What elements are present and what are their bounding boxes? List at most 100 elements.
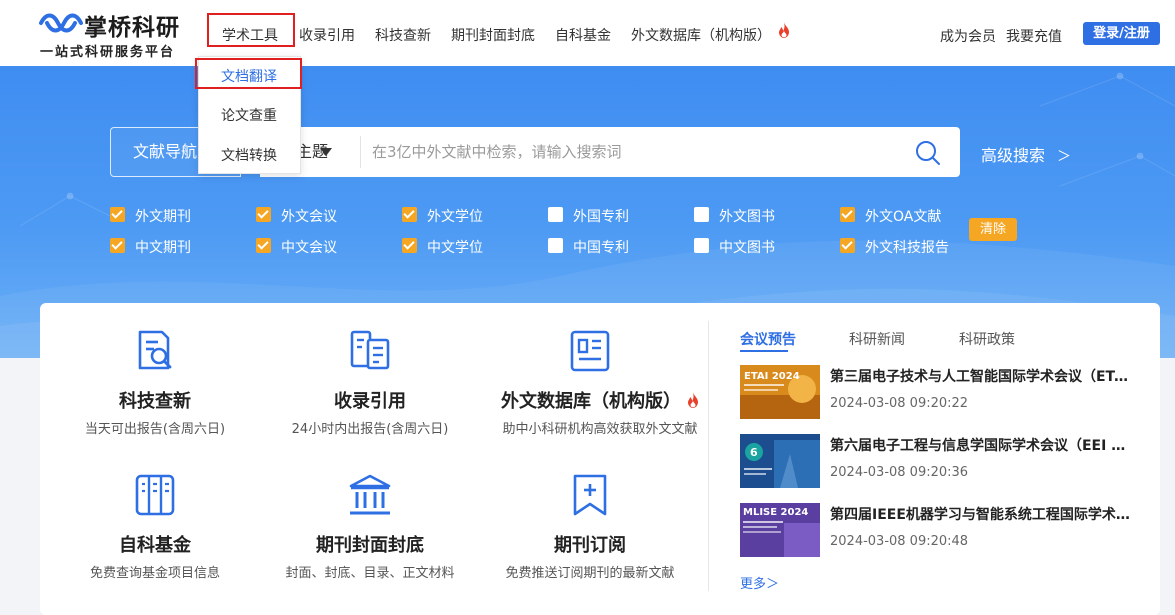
service-desc: 助中小科研机构高效获取外文文献 (502, 422, 698, 437)
checkbox[interactable] (694, 238, 709, 253)
news-item[interactable]: MLISE 2024 第四届IEEE机器学习与智能系统工程国际学术会议 2024… (740, 503, 1140, 557)
service-title: 外文数据库（机构版） (501, 391, 681, 412)
clear-filters-button[interactable]: 清除 (969, 218, 1017, 241)
checkbox[interactable] (256, 238, 271, 253)
become-member-link[interactable]: 成为会员 (940, 26, 996, 46)
checkbox[interactable] (402, 238, 417, 253)
checkbox[interactable] (402, 207, 417, 222)
advanced-search-link[interactable]: 高级搜索 ＞ (981, 142, 1071, 166)
services-card: 科技查新 当天可出报告(含周六日) 收录引用 24小时内出报告(含周六日) 外文… (40, 303, 1160, 615)
menu-item-doc-translate[interactable]: 文档翻译 (221, 66, 277, 86)
service-title: 期刊订阅 (554, 535, 626, 556)
news-item[interactable]: ETAI 2024 第三届电子技术与人工智能国际学术会议（ETAI 2024） … (740, 365, 1140, 419)
service-title: 科技查新 (119, 391, 191, 412)
service-journal-subscribe[interactable]: 期刊订阅 免费推送订阅期刊的最新文献 (475, 472, 705, 592)
logo-name: 掌桥科研 (84, 14, 180, 41)
tab-research-news[interactable]: 科研新闻 (849, 329, 905, 349)
filter-label: 外文OA文献 (865, 209, 942, 225)
checkbox[interactable] (548, 238, 563, 253)
service-citation[interactable]: 收录引用 24小时内出报告(含周六日) (255, 328, 485, 448)
filter-label: 外文会议 (281, 209, 337, 225)
news-title: 第三届电子技术与人工智能国际学术会议（ETAI 2024） (830, 369, 1130, 385)
recharge-link[interactable]: 我要充值 (1006, 26, 1062, 46)
news-time: 2024-03-08 09:20:22 (830, 396, 969, 411)
service-journal-cover[interactable]: 期刊封面封底 封面、封底、目录、正文材料 (255, 472, 485, 592)
nav-citation[interactable]: 收录引用 (299, 25, 355, 45)
checkbox[interactable] (694, 207, 709, 222)
news-time: 2024-03-08 09:20:48 (830, 534, 969, 549)
service-desc: 24小时内出报告(含周六日) (291, 422, 449, 437)
service-novelty-search[interactable]: 科技查新 当天可出报告(含周六日) (40, 328, 270, 448)
news-title: 第四届IEEE机器学习与智能系统工程国际学术会议 (830, 507, 1130, 523)
building-columns-icon (349, 474, 391, 515)
checkbox[interactable] (110, 238, 125, 253)
panel-divider (708, 321, 709, 591)
filter-label: 外文期刊 (135, 209, 191, 225)
search-input[interactable] (372, 137, 902, 167)
report-search-icon (138, 330, 172, 370)
caret-down-icon (320, 148, 332, 156)
tab-conference-preview[interactable]: 会议预告 (740, 329, 796, 349)
top-header: 掌桥科研 一站式科研服务平台 学术工具 收录引用 科技查新 期刊封面封底 自科基… (0, 0, 1175, 66)
service-title: 自科基金 (119, 535, 191, 556)
documents-icon (350, 330, 390, 370)
filter-label: 中文会议 (281, 240, 337, 256)
filter-label: 外文学位 (427, 209, 483, 225)
menu-item-plagiarism-check[interactable]: 论文查重 (221, 105, 277, 125)
news-time: 2024-03-08 09:20:36 (830, 465, 969, 480)
conference-thumbnail: 6 (740, 434, 820, 488)
service-desc: 封面、封底、目录、正文材料 (285, 566, 455, 581)
filter-label: 中文期刊 (135, 240, 191, 256)
login-register-button[interactable]: 登录/注册 (1083, 22, 1160, 45)
site-logo[interactable]: 掌桥科研 一站式科研服务平台 (38, 8, 198, 60)
service-desc: 当天可出报告(含周六日) (84, 422, 226, 437)
service-title: 期刊封面封底 (316, 535, 424, 556)
checkbox[interactable] (256, 207, 271, 222)
fund-grid-icon (135, 474, 175, 516)
service-foreign-database[interactable]: 外文数据库（机构版） 助中小科研机构高效获取外文文献 (475, 328, 705, 448)
thumb-text: MLISE 2024 (743, 507, 808, 518)
conference-thumbnail: MLISE 2024 (740, 503, 820, 557)
nav-nsfc-fund[interactable]: 自科基金 (555, 25, 611, 45)
checkbox[interactable] (840, 238, 855, 253)
nav-highlight-box (207, 13, 295, 47)
filter-label: 外文图书 (719, 209, 775, 225)
filter-label: 中国专利 (573, 240, 629, 256)
bookmark-plus-icon (573, 474, 607, 516)
tab-research-policy[interactable]: 科研政策 (959, 329, 1015, 349)
service-desc: 免费推送订阅期刊的最新文献 (505, 566, 675, 581)
advanced-search-label: 高级搜索 (981, 146, 1046, 165)
search-divider (360, 136, 361, 168)
academic-tools-dropdown: 文档翻译 论文查重 文档转换 (195, 56, 302, 174)
source-filters: 外文期刊 外文会议 外文学位 外国专利 外文图书 外文OA文献 中文期刊 中文会… (110, 206, 1010, 266)
nav-journal-cover[interactable]: 期刊封面封底 (451, 25, 535, 45)
checkbox[interactable] (548, 207, 563, 222)
thumb-text: 6 (750, 446, 758, 459)
active-tab-indicator (740, 350, 788, 352)
news-title: 第六届电子工程与信息学国际学术会议（EEI 2024） (830, 438, 1130, 454)
search-icon[interactable] (915, 140, 941, 166)
service-desc: 免费查询基金项目信息 (89, 566, 220, 581)
logo-slogan: 一站式科研服务平台 (40, 45, 176, 60)
fire-icon (779, 22, 789, 38)
news-item[interactable]: 6 第六届电子工程与信息学国际学术会议（EEI 2024） 2024-03-08… (740, 434, 1140, 488)
fire-icon (688, 392, 698, 408)
database-card-icon (570, 330, 610, 372)
thumb-text: ETAI 2024 (744, 371, 800, 382)
chevron-right-icon: ＞ (1057, 149, 1072, 165)
service-nsfc-fund[interactable]: 自科基金 免费查询基金项目信息 (40, 472, 270, 592)
filter-label: 中文学位 (427, 240, 483, 256)
service-title: 收录引用 (334, 391, 406, 412)
checkbox[interactable] (110, 207, 125, 222)
nav-foreign-database[interactable]: 外文数据库（机构版） (631, 25, 771, 45)
more-link[interactable]: 更多＞ (740, 573, 779, 592)
logo-wave-icon (39, 13, 83, 33)
menu-item-doc-convert[interactable]: 文档转换 (221, 145, 277, 165)
nav-novelty-search[interactable]: 科技查新 (375, 25, 431, 45)
filter-label: 外文科技报告 (865, 240, 949, 256)
filter-label: 外国专利 (573, 209, 629, 225)
service-title-wrap: 外文数据库（机构版） (485, 387, 715, 413)
conference-thumbnail: ETAI 2024 (740, 365, 820, 419)
checkbox[interactable] (840, 207, 855, 222)
filter-label: 中文图书 (719, 240, 775, 256)
